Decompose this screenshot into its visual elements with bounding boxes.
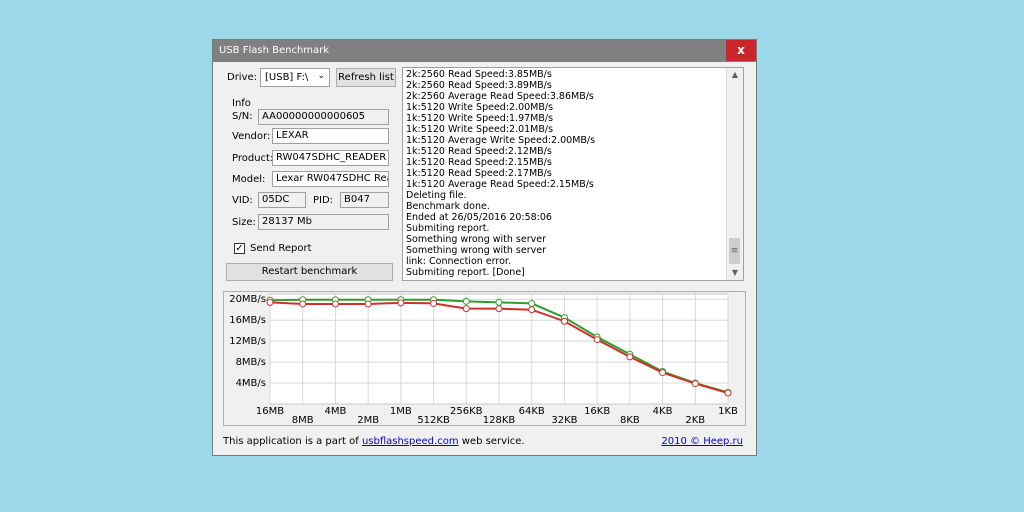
x-tick-label: 128KB <box>483 415 516 425</box>
x-tick-label: 16MB <box>256 406 284 417</box>
credit-link[interactable]: 2010 © Heep.ru <box>661 436 743 447</box>
log-line: 2k:2560 Read Speed:3.89MB/s <box>406 80 552 91</box>
restart-benchmark-button[interactable]: Restart benchmark <box>226 263 393 281</box>
log-line: 1k:5120 Write Speed:1.97MB/s <box>406 113 554 124</box>
log-line: 1k:5120 Average Read Speed:2.15MB/s <box>406 179 594 190</box>
refresh-list-button[interactable]: Refresh list <box>336 68 396 87</box>
data-point <box>626 353 634 361</box>
x-tick-label: 4KB <box>653 406 673 417</box>
data-point <box>691 380 699 388</box>
chevron-down-icon[interactable]: ⌄ <box>317 71 325 81</box>
log-line: 1k:5120 Write Speed:2.00MB/s <box>406 102 554 113</box>
benchmark-window: USB Flash Benchmark x Drive: [USB] F:\ ⌄… <box>212 39 757 456</box>
x-tick-label: 8KB <box>620 415 640 425</box>
data-point <box>397 299 405 307</box>
log-line: Submiting report. [Done] <box>406 267 525 278</box>
log-line: Something wrong with server <box>406 245 546 256</box>
y-tick-label: 4MB/s <box>236 378 266 389</box>
model-label: Model: <box>232 174 266 185</box>
data-point <box>495 305 503 313</box>
pid-field: B047 <box>340 192 389 208</box>
scroll-down-icon[interactable]: ▼ <box>727 266 743 280</box>
footer-text-before: This application is a part of <box>223 436 362 447</box>
sn-field: AA00000000000605 <box>258 109 389 125</box>
y-tick-label: 16MB/s <box>229 315 266 326</box>
speed-chart: 20MB/s 16MB/s 12MB/s 8MB/s 4MB/s 16MB 8MB 4MB 2M… <box>229 293 738 425</box>
window-title: USB Flash Benchmark <box>219 45 330 56</box>
data-point <box>724 389 732 397</box>
data-point <box>331 300 339 308</box>
y-tick-label: 8MB/s <box>236 357 266 368</box>
log-box[interactable]: 2k:2560 Read Speed:3.85MB/s 2k:2560 Read … <box>402 67 744 281</box>
x-tick-label: 256KB <box>450 406 483 417</box>
send-report-checkbox[interactable]: ✓ <box>234 243 245 254</box>
footer-text: This application is a part of usbflashsp… <box>223 436 525 447</box>
log-line: Benchmark done. <box>406 201 490 212</box>
log-line: 2k:2560 Read Speed:3.85MB/s <box>406 69 552 80</box>
data-point <box>560 317 568 325</box>
data-point <box>299 300 307 308</box>
vid-label: VID: <box>232 195 253 206</box>
x-tick-label: 1KB <box>718 406 738 417</box>
data-point <box>528 299 536 307</box>
data-point <box>495 298 503 306</box>
log-scrollbar[interactable]: ▲ ≡ ▼ <box>726 68 743 280</box>
close-button[interactable]: x <box>726 40 756 61</box>
scroll-thumb[interactable]: ≡ <box>729 238 740 264</box>
log-line: 2k:2560 Average Read Speed:3.86MB/s <box>406 91 594 102</box>
model-field[interactable]: Lexar RW047SDHC Reade <box>272 171 389 187</box>
info-heading: Info <box>232 98 251 109</box>
x-tick-label: 8MB <box>292 415 314 425</box>
size-field: 28137 Mb <box>258 214 389 230</box>
send-report-label[interactable]: Send Report <box>250 243 312 254</box>
x-tick-label: 32KB <box>551 415 577 425</box>
log-line: Something wrong with server <box>406 234 546 245</box>
data-point <box>364 300 372 308</box>
sn-label: S/N: <box>232 111 253 122</box>
size-label: Size: <box>232 217 256 228</box>
scroll-up-icon[interactable]: ▲ <box>727 68 743 82</box>
drive-select-value[interactable]: [USB] F:\ <box>265 72 308 83</box>
x-tick-label: 1MB <box>390 406 412 417</box>
pid-label: PID: <box>313 195 334 206</box>
checkmark-icon[interactable]: ✓ <box>235 243 243 254</box>
title-bar: USB Flash Benchmark x <box>213 40 756 62</box>
footer-text-after: web service. <box>458 436 525 447</box>
log-line: link: Connection error. <box>406 256 511 267</box>
vendor-label: Vendor: <box>232 131 271 142</box>
product-field[interactable]: RW047SDHC_READER <box>272 150 389 166</box>
drive-label: Drive: <box>227 72 258 83</box>
speed-chart-panel: 20MB/s 16MB/s 12MB/s 8MB/s 4MB/s 16MB 8MB 4MB 2M… <box>223 291 746 426</box>
data-point <box>430 299 438 307</box>
close-icon[interactable]: x <box>737 43 745 57</box>
product-label: Product: <box>232 153 274 164</box>
log-line: Deleting file. <box>406 190 467 201</box>
vid-field: 05DC <box>258 192 306 208</box>
data-point <box>659 369 667 377</box>
data-point <box>593 336 601 344</box>
x-tick-label: 16KB <box>584 406 610 417</box>
drive-select[interactable]: [USB] F:\ ⌄ <box>260 68 330 87</box>
log-line: 1k:5120 Read Speed:2.17MB/s <box>406 168 552 179</box>
log-line: 1k:5120 Read Speed:2.15MB/s <box>406 157 552 168</box>
y-tick-label: 12MB/s <box>229 336 266 347</box>
y-tick-label: 20MB/s <box>229 294 266 305</box>
x-tick-label: 2KB <box>685 415 705 425</box>
log-line: 1k:5120 Write Speed:2.01MB/s <box>406 124 554 135</box>
log-line: 1k:5120 Read Speed:2.12MB/s <box>406 146 552 157</box>
data-point <box>462 305 470 313</box>
log-line: Submiting report. <box>406 223 490 234</box>
x-tick-label: 2MB <box>357 415 379 425</box>
x-tick-label: 4MB <box>324 406 346 417</box>
x-tick-label: 64KB <box>519 406 545 417</box>
data-point <box>528 306 536 314</box>
log-lines: 2k:2560 Read Speed:3.85MB/s 2k:2560 Read … <box>406 69 725 278</box>
data-point <box>266 298 274 306</box>
log-line: Ended at 26/05/2016 20:58:06 <box>406 212 552 223</box>
log-line: 1k:5120 Average Write Speed:2.00MB/s <box>406 135 596 146</box>
usbflashspeed-link[interactable]: usbflashspeed.com <box>362 436 459 447</box>
data-point <box>462 297 470 305</box>
x-tick-label: 512KB <box>417 415 450 425</box>
vendor-field[interactable]: LEXAR <box>272 128 389 144</box>
